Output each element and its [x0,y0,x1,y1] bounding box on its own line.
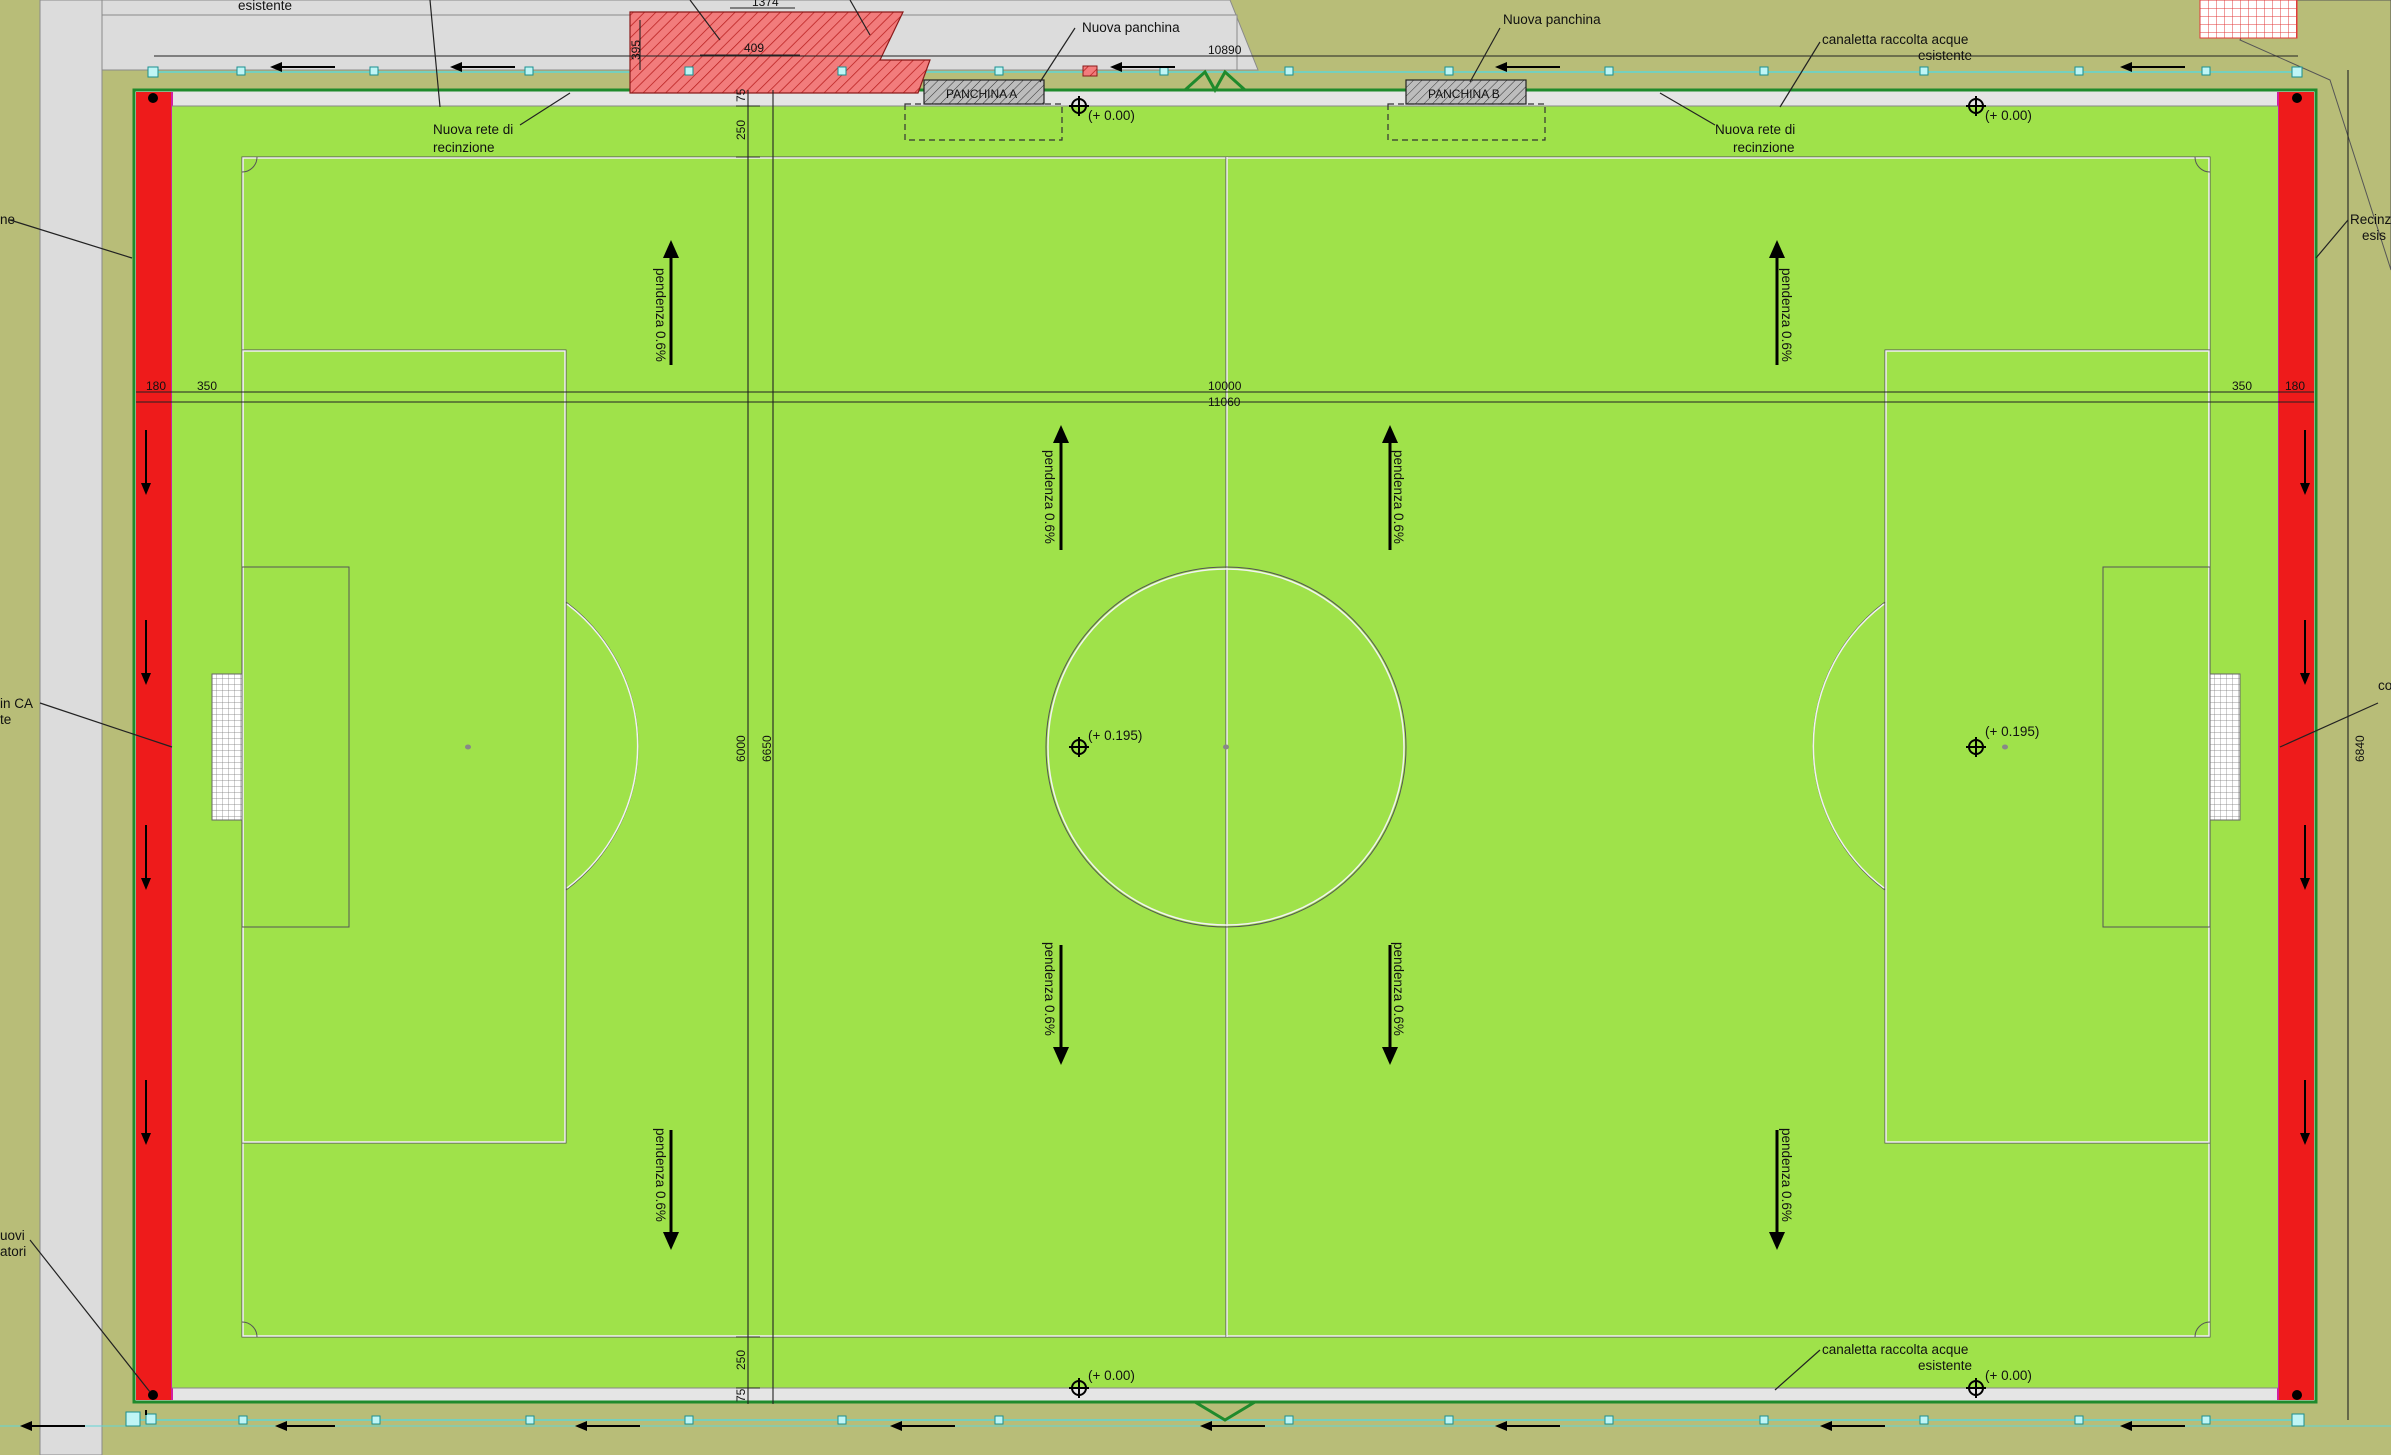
label-drain-bottom-line2: esistente [1918,1358,1972,1373]
slope-label-tl: pendenza 0.6% [653,268,668,362]
elevation-right: (+ 0.195) [1985,724,2039,739]
dim-10890: 10890 [1208,43,1242,57]
dim-250-bottom: 250 [734,1350,748,1370]
label-right-cut-3: co [2378,678,2391,693]
label-left-cut-5: atori [0,1244,26,1259]
dim-1374: 1374 [752,0,779,9]
label-new-fence-right-1: Nuova rete di [1715,122,1795,137]
left-goal [211,673,243,821]
label-left-cut-3: te [0,712,11,727]
label-right-cut-2: esis [2362,228,2386,243]
label-drain-top-line1: canaletta raccolta acque [1822,32,1968,47]
dim-250-top: 250 [734,120,748,140]
left-walkway [39,0,103,1455]
elevation-top-left: (+ 0.00) [1088,108,1135,123]
slope-label-cr-bottom: pendenza 0.6% [1391,942,1406,1036]
label-right-cut-1: Recinz [2350,212,2391,227]
label-bench-a: PANCHINA A [946,87,1017,101]
dim-10000: 10000 [1208,379,1242,393]
red-grid-marker [2199,0,2298,39]
right-goal [2209,673,2241,821]
label-left-cut-1: ne [0,212,15,227]
dim-350-left: 350 [197,379,217,393]
label-bench-b: PANCHINA B [1428,87,1500,101]
left-red-track [136,92,172,1400]
label-new-fence-left-2: recinzione [433,140,495,155]
dim-180-left: 180 [146,379,166,393]
elevation-center: (+ 0.195) [1088,728,1142,743]
dim-75-top: 75 [734,88,748,102]
dim-395: 395 [629,40,643,60]
dim-180-right: 180 [2285,379,2305,393]
label-new-bench-1: Nuova panchina [1082,20,1180,35]
slope-label-cl-top: pendenza 0.6% [1042,450,1057,544]
slope-label-tr: pendenza 0.6% [1779,268,1794,362]
elevation-bottom-right: (+ 0.00) [1985,1368,2032,1383]
label-drain-bottom-line1: canaletta raccolta acque [1822,1342,1968,1357]
label-new-fence-right-2: recinzione [1733,140,1795,155]
label-new-bench-2: Nuova panchina [1503,12,1601,27]
dim-350-right: 350 [2232,379,2252,393]
slope-label-cl-bottom: pendenza 0.6% [1042,942,1057,1036]
site-plan: esistente 1374 409 395 10890 Nuova panch… [0,0,2391,1455]
slope-label-bl: pendenza 0.6% [653,1128,668,1222]
label-drain-top-line2: esistente [1918,48,1972,63]
elevation-top-right: (+ 0.00) [1985,108,2032,123]
dim-11060: 11060 [1208,395,1241,409]
dim-409: 409 [744,41,764,55]
elevation-bottom-left: (+ 0.00) [1088,1368,1135,1383]
dim-6650: 6650 [760,735,774,762]
dim-75-bottom: 75 [734,1388,748,1402]
slope-label-cr-top: pendenza 0.6% [1391,450,1406,544]
label-new-fence-left-1: Nuova rete di [433,122,513,137]
label-left-cut-4: uovi [0,1228,25,1243]
slope-label-br: pendenza 0.6% [1779,1128,1794,1222]
label-existing-top: esistente [238,0,292,13]
dim-6840: 6840 [2353,735,2367,762]
dim-6000: 6000 [734,735,748,762]
red-marker-small [1082,65,1098,77]
label-left-cut-2: in CA [0,696,33,711]
